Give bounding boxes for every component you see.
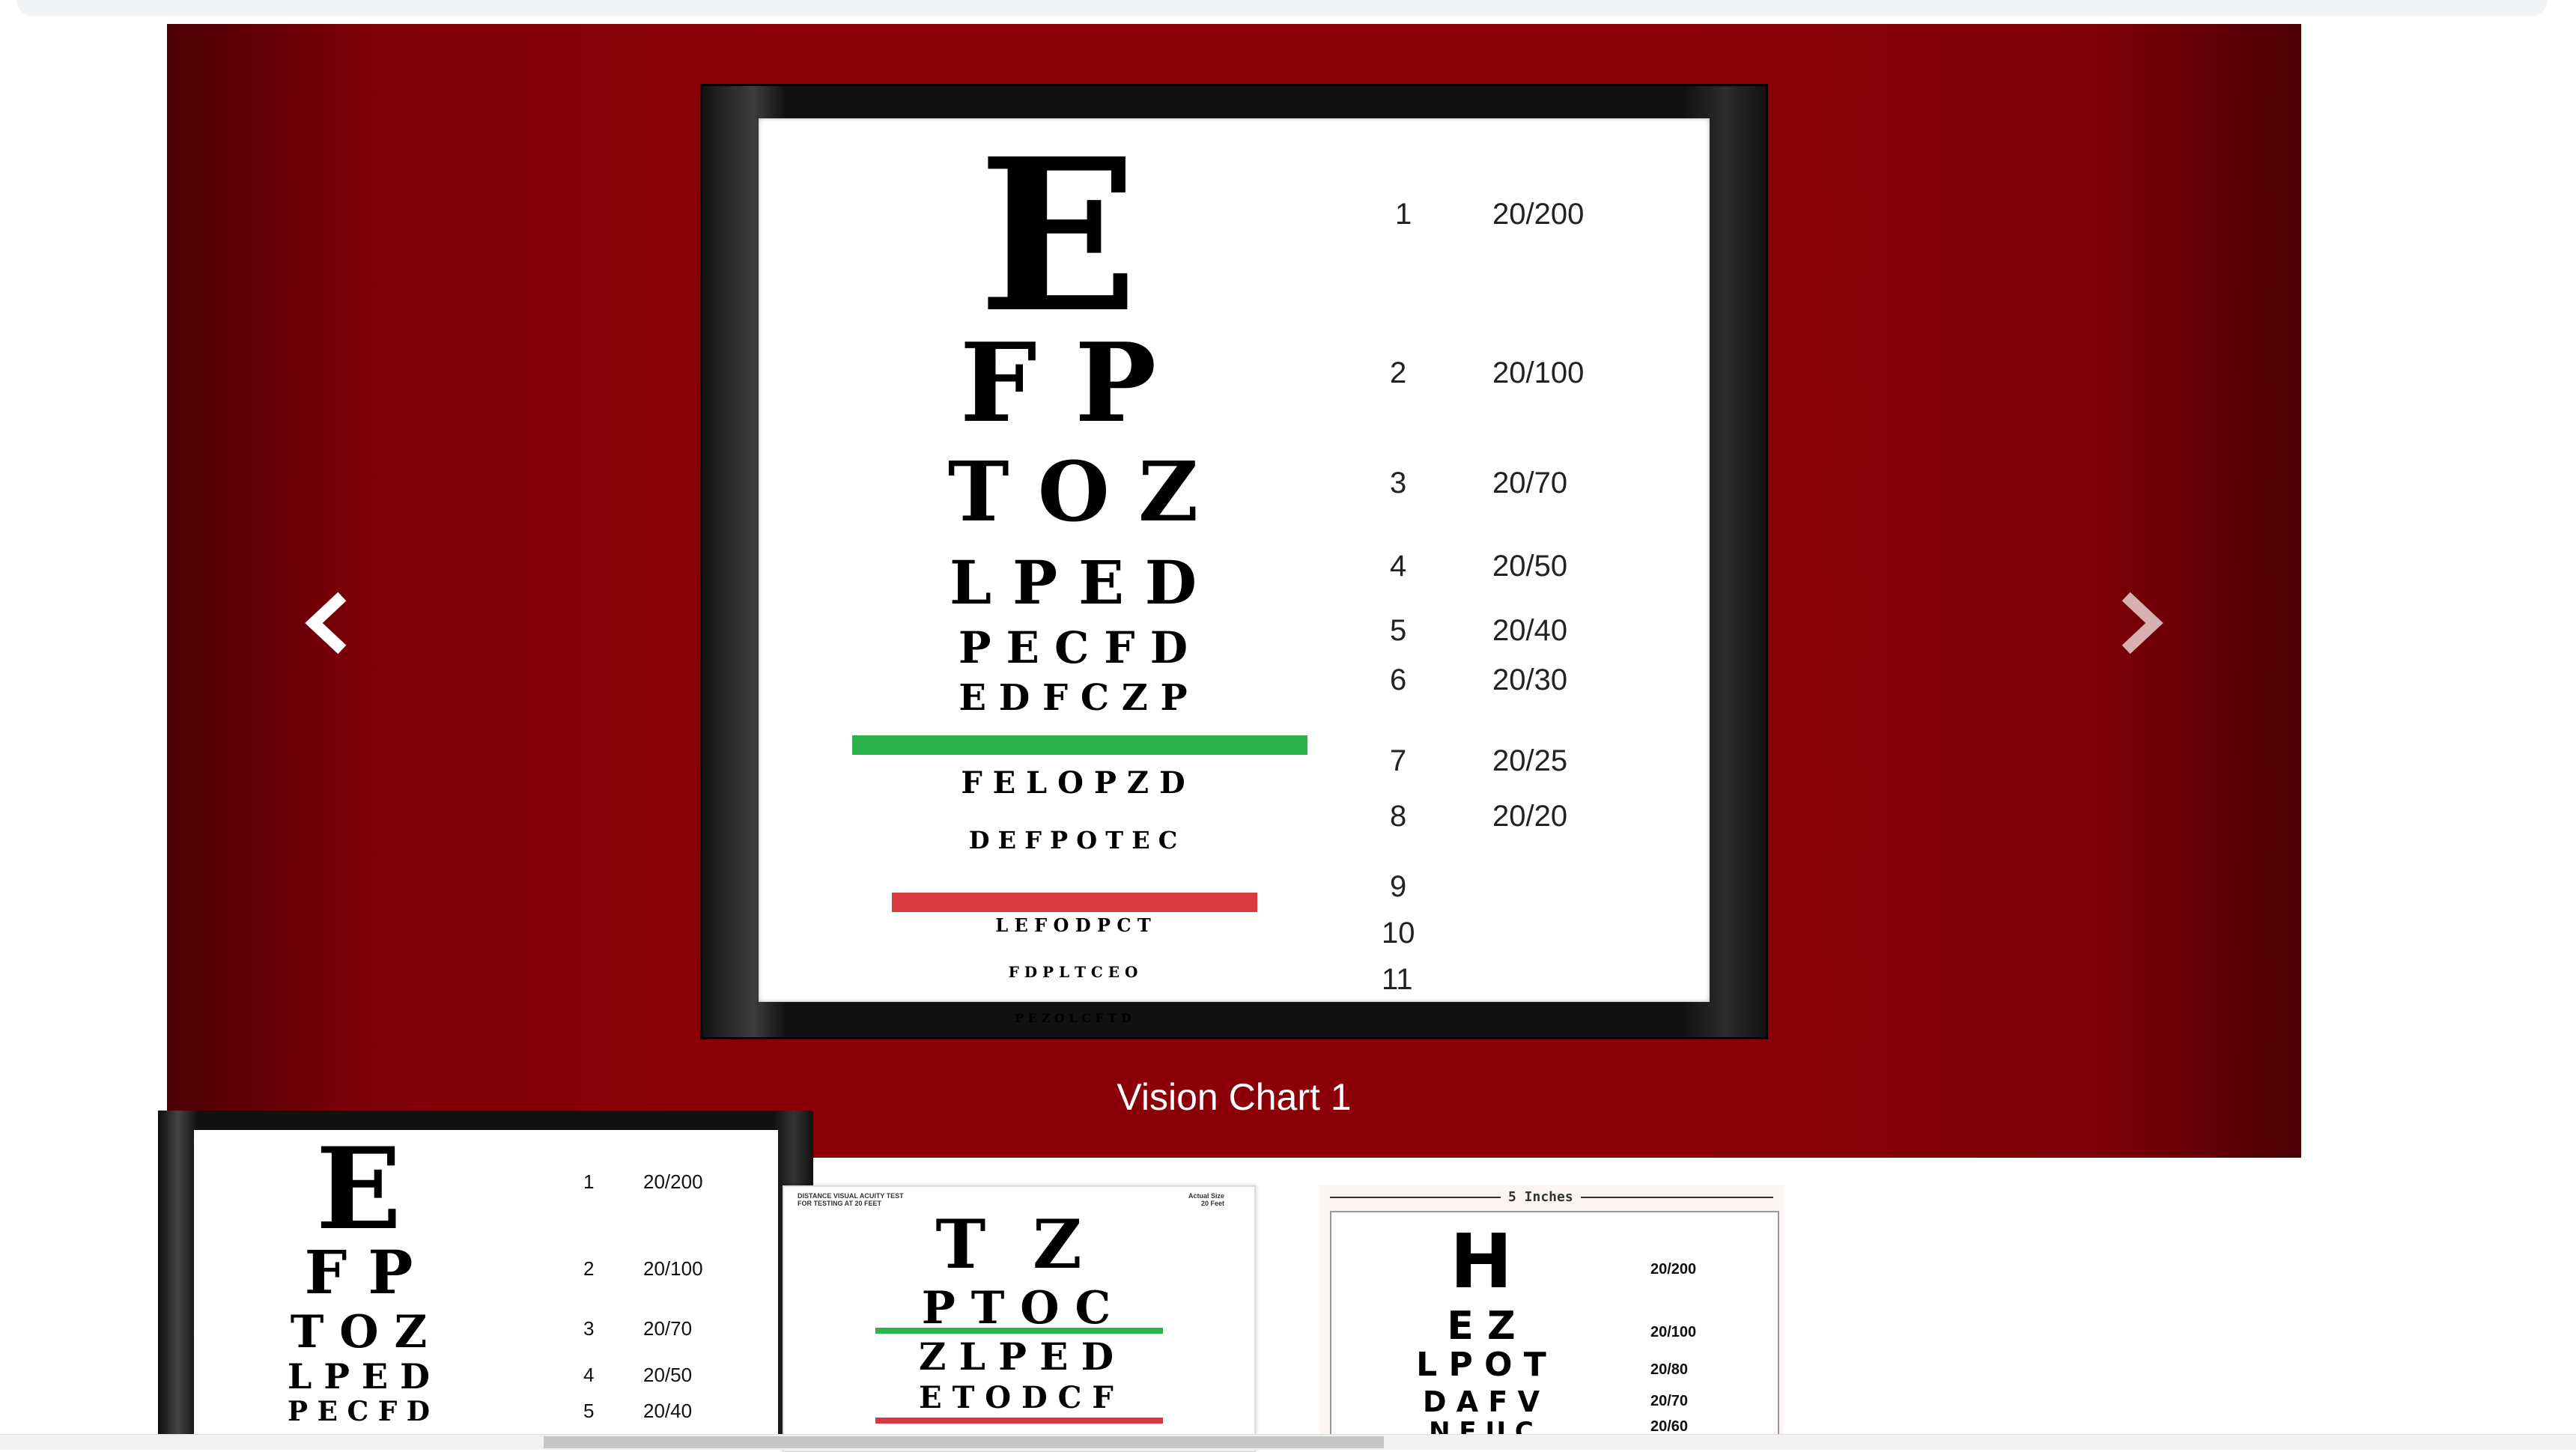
thumb-row-letters: D A F V (1422, 1385, 1540, 1418)
thumb-header: 5 Inches (1501, 1190, 1581, 1205)
chart-row-acuity: 20/50 (1492, 550, 1568, 583)
carousel-prev-button[interactable] (287, 571, 369, 675)
browser-top-bar (0, 0, 2576, 24)
carousel-slide-image[interactable]: E 1 20/200 F P 2 20/100 T O Z 3 20/70 L … (700, 84, 1768, 1039)
thumbnail-vision-chart-3[interactable]: 5 Inches H 20/200 E Z 20/100 L P O T 20/… (1319, 1185, 1784, 1449)
thumb-row-letters: P E C F D (287, 1396, 431, 1427)
thumb-row-acuity: 20/100 (643, 1257, 703, 1280)
chart-row-number: 7 (1390, 744, 1407, 777)
chart-row-number: 8 (1390, 800, 1407, 833)
thumb-row-acuity: 20/60 (1650, 1418, 1689, 1435)
chart-row-number: 11 (1382, 963, 1413, 996)
thumb-row-letters: T O Z (290, 1306, 428, 1358)
chart-row-acuity: 20/40 (1492, 614, 1568, 647)
thumb-row-acuity: 20/80 (1650, 1361, 1689, 1378)
thumb-row-letters: E Z (1447, 1304, 1516, 1349)
red-line-bar (875, 1418, 1163, 1424)
thumb-row-acuity: 20/70 (643, 1317, 693, 1340)
thumb-row-acuity: 20/100 (1650, 1324, 1697, 1340)
thumb-row-letters: F P (304, 1237, 413, 1307)
thumb-row-acuity: 20/40 (643, 1400, 693, 1422)
thumb-row-acuity: 20/70 (1650, 1393, 1689, 1409)
thumb-header-left: DISTANCE VISUAL ACUITY TEST FOR TESTING … (798, 1192, 904, 1207)
chart-row-number: 4 (1390, 550, 1407, 583)
chart-row-letters: E (978, 113, 1138, 359)
chart-row-number: 3 (1390, 467, 1407, 499)
chart-row-number: 1 (1395, 198, 1412, 231)
thumb-row-acuity: 20/200 (1650, 1261, 1697, 1278)
thumbnail-paper: E 1 20/200 F P 2 20/100 T O Z 3 20/70 L … (194, 1130, 778, 1449)
thumb-row-letters: L P E D (288, 1356, 430, 1397)
image-carousel: E 1 20/200 F P 2 20/100 T O Z 3 20/70 L … (167, 24, 2301, 1158)
chart-row-number: 5 (1390, 614, 1407, 647)
thumbnail-vision-chart-1[interactable]: E 1 20/200 F P 2 20/100 T O Z 3 20/70 L … (158, 1111, 813, 1449)
green-line-bar (852, 735, 1307, 755)
chart-row-acuity: 20/100 (1492, 356, 1585, 389)
chart-row-number: 10 (1382, 917, 1415, 950)
chart-row-number: 2 (1390, 356, 1407, 389)
chart-row-letters: T O Z (947, 443, 1199, 540)
thumbnail-vision-chart-2[interactable]: DISTANCE VISUAL ACUITY TEST FOR TESTING … (783, 1185, 1256, 1452)
thumb-row-letters: P T O C (921, 1282, 1111, 1334)
thumb-row-letters: E T O D C F (919, 1380, 1114, 1415)
thumb-row-number: 3 (583, 1317, 595, 1340)
eye-chart-paper: E 1 20/200 F P 2 20/100 T O Z 3 20/70 L … (759, 113, 1710, 1024)
chart-row-acuity: 20/70 (1492, 467, 1568, 499)
red-line-bar (892, 893, 1257, 912)
chart-row-acuity: 20/20 (1492, 800, 1568, 833)
thumb-row-letters: L P O T (1416, 1346, 1546, 1384)
chart-row-letters: L E F O D P C T (995, 914, 1151, 936)
chart-row-letters: D E F P O T E C (968, 826, 1178, 854)
thumb-row-letters: E (315, 1123, 402, 1255)
thumb-row-acuity: 20/50 (643, 1364, 693, 1386)
chart-row-number: 6 (1390, 663, 1407, 696)
chart-row-acuity: 20/25 (1492, 744, 1568, 777)
chevron-left-icon (305, 592, 347, 654)
chevron-right-icon (2121, 592, 2163, 654)
thumbnail-paper: H 20/200 E Z 20/100 L P O T 20/80 D A F … (1330, 1211, 1779, 1449)
thumb-row-number: 5 (583, 1400, 595, 1422)
thumb-row-letters: H (1450, 1218, 1513, 1305)
chart-row-letters: P E C F D (958, 622, 1188, 673)
chart-row-acuity: 20/30 (1492, 663, 1568, 696)
thumb-header-right: Actual Size 20 Feet (1188, 1192, 1225, 1207)
thumb-row-acuity: 20/200 (643, 1170, 703, 1193)
thumb-row-letters: Z L P E D (918, 1334, 1114, 1379)
horizontal-scrollbar[interactable] (0, 1434, 2576, 1450)
chart-row-letters: F D P L T C E O (1008, 963, 1138, 981)
chart-row-letters: F P (959, 320, 1157, 447)
green-line-bar (875, 1328, 1163, 1334)
thumb-row-number: 4 (583, 1364, 595, 1386)
address-bar[interactable] (16, 0, 2548, 16)
chart-row-letters: E D F C Z P (959, 677, 1188, 719)
chart-row-number: 9 (1390, 870, 1407, 903)
chart-row-letters: L P E D (949, 547, 1197, 618)
scrollbar-thumb[interactable] (544, 1436, 1384, 1448)
chart-row-acuity: 20/200 (1492, 198, 1585, 231)
chart-row-letters: P E Z O L C F T D (1015, 1011, 1131, 1025)
thumb-row-number: 1 (583, 1170, 595, 1193)
carousel-next-button[interactable] (2099, 571, 2181, 675)
chart-row-letters: F E L O P Z D (961, 765, 1185, 801)
thumb-row-letters: T Z (935, 1205, 1082, 1284)
thumb-row-number: 2 (583, 1257, 595, 1280)
